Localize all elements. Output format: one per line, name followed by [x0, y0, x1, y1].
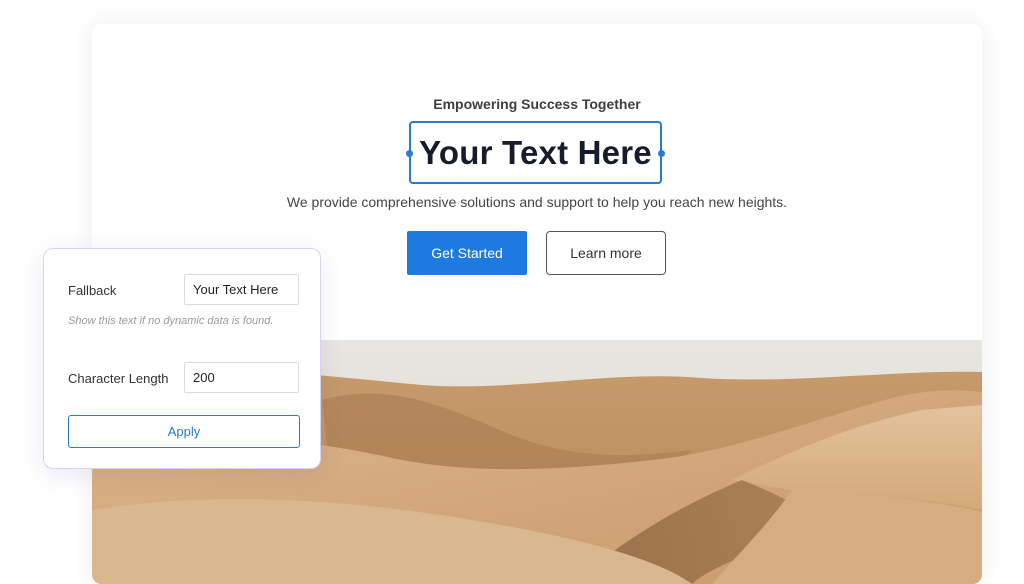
- learn-more-button[interactable]: Learn more: [546, 231, 666, 275]
- hero-headline[interactable]: Your Text Here: [419, 134, 652, 172]
- fallback-label: Fallback: [68, 283, 117, 298]
- hero-eyebrow: Empowering Success Together: [433, 96, 641, 112]
- selected-headline-block[interactable]: Your Text Here: [406, 121, 665, 184]
- resize-handle-left[interactable]: [406, 150, 413, 157]
- fallback-hint: Show this text if no dynamic data is fou…: [68, 315, 274, 327]
- character-length-input[interactable]: [184, 362, 299, 393]
- character-length-label: Character Length: [68, 371, 169, 386]
- hero-subtext: We provide comprehensive solutions and s…: [286, 194, 788, 210]
- get-started-button[interactable]: Get Started: [407, 231, 527, 275]
- dynamic-text-settings-panel: Fallback Show this text if no dynamic da…: [43, 248, 321, 469]
- resize-handle-right[interactable]: [658, 150, 665, 157]
- apply-button[interactable]: Apply: [68, 415, 300, 448]
- fallback-input[interactable]: [184, 274, 299, 305]
